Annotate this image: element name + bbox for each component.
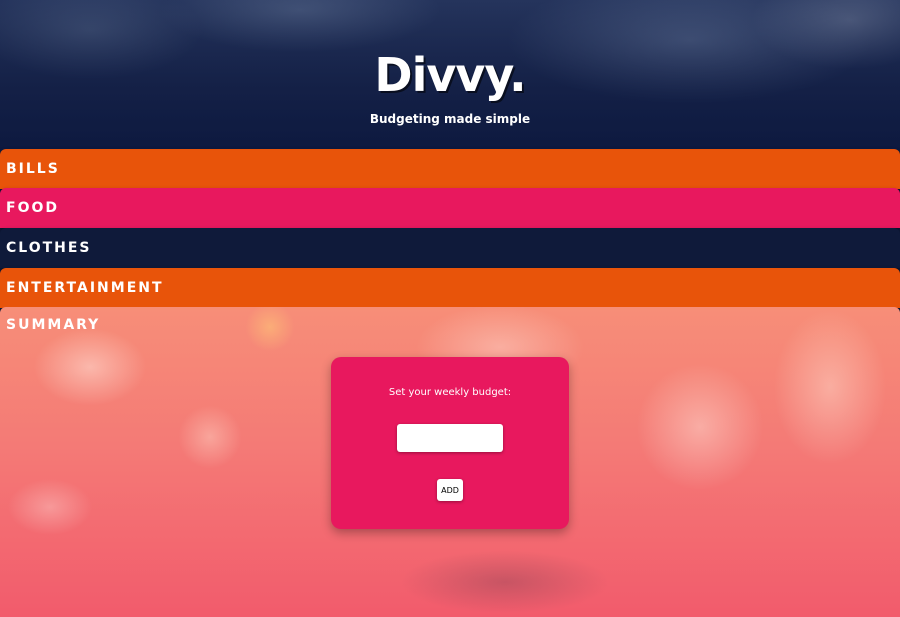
summary-label: SUMMARY: [6, 317, 101, 333]
category-entertainment[interactable]: ENTERTAINMENT: [0, 268, 900, 308]
category-label: CLOTHES: [6, 240, 92, 256]
category-bills[interactable]: BILLS: [0, 149, 900, 189]
category-label: ENTERTAINMENT: [6, 280, 164, 296]
category-label: BILLS: [6, 161, 60, 177]
category-food[interactable]: FOOD: [0, 188, 900, 228]
add-button[interactable]: ADD: [437, 479, 463, 501]
budget-card: Set your weekly budget: ADD: [331, 357, 569, 529]
app-logo: Divvy.: [374, 48, 526, 102]
category-label: FOOD: [6, 200, 59, 216]
budget-prompt: Set your weekly budget:: [388, 387, 512, 398]
category-clothes[interactable]: CLOTHES: [0, 228, 900, 268]
budget-input[interactable]: [397, 424, 503, 452]
tagline: Budgeting made simple: [369, 112, 531, 126]
header-hero: Divvy. Budgeting made simple: [0, 0, 900, 150]
